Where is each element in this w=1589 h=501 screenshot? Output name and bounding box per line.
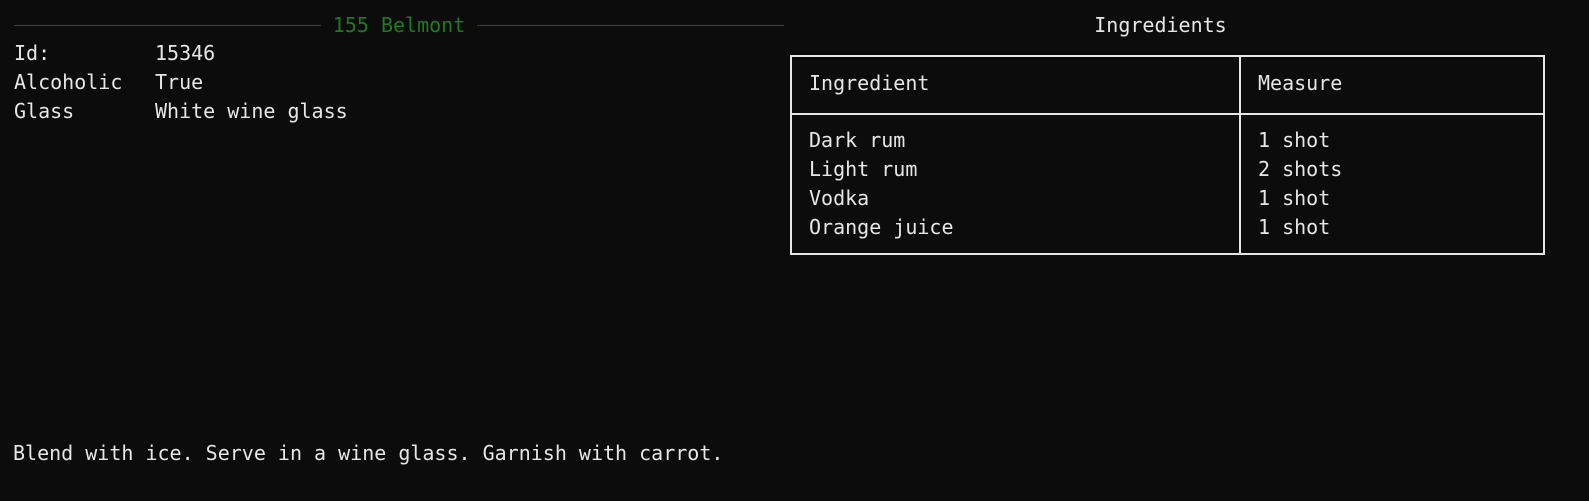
table-header-divider: [792, 113, 1543, 115]
measure-cell: 1 shot: [1258, 128, 1331, 152]
detail-label: Glass: [14, 99, 75, 123]
column-header-ingredient: Ingredient: [809, 71, 930, 95]
ingredient-cell: Light rum: [809, 157, 918, 181]
detail-label: Id:: [14, 41, 51, 65]
ingredients-table: Ingredient Measure Dark rum 1 shot Light…: [790, 55, 1545, 255]
detail-row-id: Id: 15346: [14, 39, 348, 68]
ingredients-header: Ingredients: [1094, 13, 1227, 37]
measure-cell: 1 shot: [1258, 186, 1331, 210]
detail-row-alcoholic: Alcoholic True: [14, 68, 348, 97]
table-row: Dark rum 1 shot: [792, 126, 1543, 155]
measure-cell: 2 shots: [1258, 157, 1343, 181]
column-header-measure: Measure: [1258, 71, 1343, 95]
detail-label: Alcoholic: [14, 70, 123, 94]
drink-title: 155 Belmont: [332, 13, 466, 37]
drink-title-bar: 155 Belmont: [14, 11, 785, 40]
drink-details: Id: 15346 Alcoholic True Glass White win…: [14, 39, 348, 126]
title-rule-right: [477, 25, 785, 26]
detail-value: White wine glass: [155, 99, 348, 123]
table-row: Orange juice 1 shot: [792, 213, 1543, 242]
detail-row-glass: Glass White wine glass: [14, 97, 348, 126]
detail-value: 15346: [155, 41, 216, 65]
title-rule-left: [14, 25, 321, 26]
table-row: Light rum 2 shots: [792, 155, 1543, 184]
detail-value: True: [155, 70, 204, 94]
measure-cell: 1 shot: [1258, 215, 1331, 239]
table-row: Vodka 1 shot: [792, 184, 1543, 213]
ingredient-cell: Vodka: [809, 186, 870, 210]
ingredient-cell: Orange juice: [809, 215, 954, 239]
ingredients-panel: Ingredients Ingredient Measure Dark rum …: [790, 0, 1589, 501]
ingredients-rows: Dark rum 1 shot Light rum 2 shots Vodka …: [792, 126, 1543, 242]
drink-instructions: Blend with ice. Serve in a wine glass. G…: [13, 441, 724, 465]
drink-details-panel: 155 Belmont Id: 15346 Alcoholic True Gla…: [0, 0, 790, 501]
ingredient-cell: Dark rum: [809, 128, 906, 152]
